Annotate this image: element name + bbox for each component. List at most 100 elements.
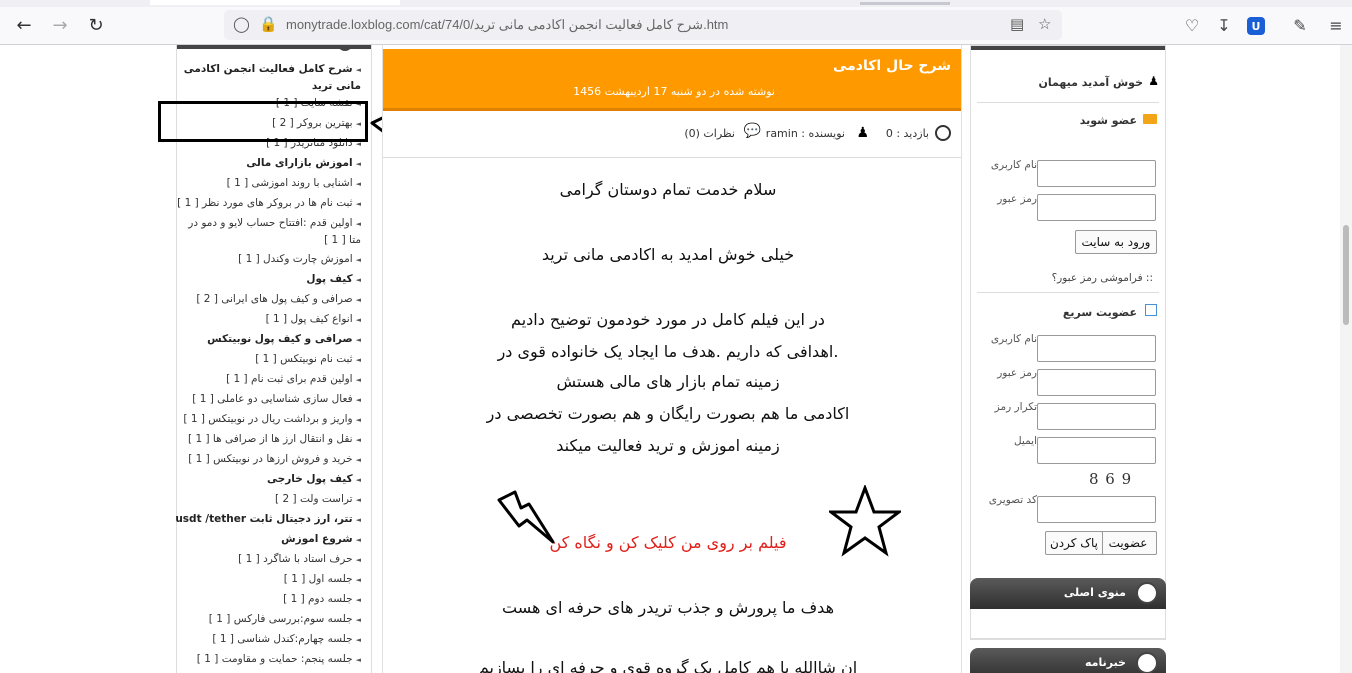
bookmark-star-icon[interactable]: ☆ xyxy=(1038,15,1051,33)
bullet-icon: ◄ xyxy=(355,496,361,504)
bullet-icon: ◄ xyxy=(355,200,361,208)
reader-view-icon[interactable]: ▤ xyxy=(1010,15,1024,33)
bullet-icon: ◄ xyxy=(355,396,361,404)
bullet-icon: ◄ xyxy=(355,636,361,644)
category-item[interactable]: ◄اموزش چارت وکندل [ 1 ] xyxy=(181,251,361,268)
q-username-input[interactable] xyxy=(1037,335,1156,362)
page-scrollbar[interactable] xyxy=(1340,45,1352,673)
password-label: رمز عبور xyxy=(997,193,1037,205)
downloads-icon[interactable]: ↧ xyxy=(1208,7,1240,44)
category-label: جلسه اول [ 1 ] xyxy=(283,573,353,585)
category-item[interactable]: ◄جلسه دوم [ 1 ] xyxy=(181,591,361,608)
lightning-icon xyxy=(497,490,555,544)
category-label: تراست ولت [ 2 ] xyxy=(275,493,353,505)
category-item[interactable]: ◄کیف پول xyxy=(181,271,361,288)
category-item[interactable]: ◄جلسه اول [ 1 ] xyxy=(181,571,361,588)
folder-icon xyxy=(1143,114,1157,124)
category-item[interactable]: ◄صرافی و کیف پول نوبیتکس xyxy=(181,331,361,348)
category-item[interactable]: ◄ثبت نام ها در بروکر های مورد نظر [ 1 ] xyxy=(177,195,361,212)
category-item[interactable]: ◄جلسه سوم:بررسی فارکس [ 1 ] xyxy=(181,611,361,628)
category-item[interactable]: ◄اولین قدم برای ثبت نام [ 1 ] xyxy=(181,371,361,388)
category-item[interactable]: ◄واریز و برداشت ریال در نوبیتکس [ 1 ] xyxy=(181,411,361,428)
category-item[interactable]: ◄شروع اموزش xyxy=(181,531,361,548)
bullet-icon: ◄ xyxy=(355,220,361,228)
bullet-icon: ◄ xyxy=(355,276,361,284)
main-menu-title: منوی اصلی xyxy=(1063,586,1126,599)
forgot-password-link[interactable]: :: فراموشی رمز عبور؟ xyxy=(1052,272,1153,284)
q-email-label: ایمیل xyxy=(1013,435,1037,447)
main-menu-body xyxy=(970,609,1166,639)
q-email-input[interactable] xyxy=(1037,437,1156,464)
bullet-icon: ◄ xyxy=(355,456,361,464)
category-item[interactable]: ◄تتر، ارز دجیتال ثابت usdt /tether xyxy=(175,511,361,528)
comment-icon: 💬 xyxy=(743,123,761,139)
tab-strip xyxy=(0,0,1352,7)
q-repeat-input[interactable] xyxy=(1037,403,1156,430)
category-item[interactable]: ◄ثبت نام نوبیتکس [ 1 ] xyxy=(181,351,361,368)
join-title: عضو شوید xyxy=(1079,114,1137,127)
category-label: خرید و فروش ارزها در نوبیتکس [ 1 ] xyxy=(188,453,353,465)
category-item[interactable]: ◄جلسه پنجم: حمایت و مقاومت [ 1 ] xyxy=(181,651,361,668)
scrollbar-thumb[interactable] xyxy=(1343,225,1349,325)
main-menu-header[interactable]: منوی اصلی xyxy=(970,578,1166,609)
bullet-icon: ◄ xyxy=(355,616,361,624)
clear-button[interactable]: پاک کردن xyxy=(1045,531,1103,555)
category-item[interactable]: ◄شرح کامل فعالیت انجمن اکادمی مانی ترید xyxy=(181,61,361,94)
divider xyxy=(977,292,1159,293)
category-item[interactable]: ◄صرافی و کیف پول های ایرانی [ 2 ] xyxy=(181,291,361,308)
category-item[interactable]: ◄حرف استاد با شاگرد [ 1 ] xyxy=(181,551,361,568)
bullet-icon: ◄ xyxy=(355,180,361,188)
forward-button[interactable]: → xyxy=(44,7,76,44)
divider xyxy=(977,102,1159,103)
address-bar[interactable]: ◯ 🔒 monytrade.loxblog.com/cat/74/0/شرح ک… xyxy=(224,10,1062,40)
category-item[interactable]: ◄فعال سازی شناسایی دو عاملی [ 1 ] xyxy=(181,391,361,408)
category-label: کیف پول خارجی xyxy=(267,473,353,485)
menu-icon[interactable]: ≡ xyxy=(1320,7,1352,44)
extension-badge-icon[interactable]: U xyxy=(1247,17,1265,35)
web-page: ◄شرح کامل فعالیت انجمن اکادمی مانی ترید ◄… xyxy=(0,45,1352,673)
category-label: اولین قدم :افتتاح حساب لایو و دمو در متا… xyxy=(188,217,361,246)
username-label: نام کاربری xyxy=(990,159,1037,171)
newsletter-header[interactable]: خبرنامه xyxy=(970,648,1166,673)
category-label: شرح کامل فعالیت انجمن اکادمی مانی ترید xyxy=(183,63,361,92)
captcha-input[interactable] xyxy=(1037,496,1156,523)
category-item[interactable]: ◄نقل و انتقال ارز ها از صرافی ها [ 1 ] xyxy=(181,431,361,448)
reload-icon: ↻ xyxy=(88,15,104,36)
url-text[interactable]: monytrade.loxblog.com/cat/74/0/شرح کامل … xyxy=(286,17,728,33)
bullet-icon: ◄ xyxy=(355,656,361,664)
category-item[interactable]: ◄انواع کیف پول [ 1 ] xyxy=(181,311,361,328)
category-label: اموزش بازارای مالی xyxy=(246,157,353,169)
shield-icon[interactable]: ◯ xyxy=(233,15,250,33)
category-item[interactable]: ◄اولین قدم :افتتاح حساب لایو و دمو در مت… xyxy=(181,215,361,248)
username-input[interactable] xyxy=(1037,160,1156,187)
post-header: شرح حال اکادمی نوشته شده در دو شنبه 17 ا… xyxy=(383,49,961,111)
password-input[interactable] xyxy=(1037,194,1156,221)
text-line-3: در این فیلم کامل در مورد خودمون توضیح دا… xyxy=(511,310,825,329)
welcome-text: خوش آمدید میهمان xyxy=(1038,76,1143,89)
q-password-input[interactable] xyxy=(1037,369,1156,396)
pocket-icon[interactable]: ♡ xyxy=(1176,7,1208,44)
insecure-lock-icon[interactable]: 🔒 xyxy=(259,15,278,33)
category-item[interactable]: ◄اموزش بازارای مالی xyxy=(181,155,361,172)
back-button[interactable]: ← xyxy=(8,7,40,44)
reload-button[interactable]: ↻ xyxy=(80,7,112,44)
bullet-icon: ◄ xyxy=(355,596,361,604)
join-button[interactable]: عضویت xyxy=(1099,531,1157,555)
quick-join-icon xyxy=(1145,304,1157,316)
post-title[interactable]: شرح حال اکادمی xyxy=(833,58,951,74)
comments-link[interactable]: نظرات (0) xyxy=(684,127,735,140)
category-item[interactable]: ◄جلسه چهارم:کندل شناسی [ 1 ] xyxy=(181,631,361,648)
extensions-icon[interactable]: ✎ xyxy=(1284,7,1316,44)
category-label: جلسه پنجم: حمایت و مقاومت [ 1 ] xyxy=(196,653,353,665)
quick-join-title: عضویت سریع xyxy=(1062,306,1137,319)
category-item[interactable]: ◄خرید و فروش ارزها در نوبیتکس [ 1 ] xyxy=(181,451,361,468)
category-item[interactable]: ◄اشنایی با روند اموزشی [ 1 ] xyxy=(181,175,361,192)
text-line-2: خیلی خوش امدید به اکادمی مانی ترید xyxy=(541,245,795,264)
category-item[interactable]: ◄تراست ولت [ 2 ] xyxy=(181,491,361,508)
bullet-icon: ◄ xyxy=(355,336,361,344)
menu-circle-icon xyxy=(1136,582,1158,604)
category-label: نقل و انتقال ارز ها از صرافی ها [ 1 ] xyxy=(188,433,353,445)
login-button[interactable]: ورود به سایت xyxy=(1075,230,1157,254)
category-item[interactable]: ◄کیف پول خارجی xyxy=(181,471,361,488)
active-tab[interactable] xyxy=(150,0,400,5)
